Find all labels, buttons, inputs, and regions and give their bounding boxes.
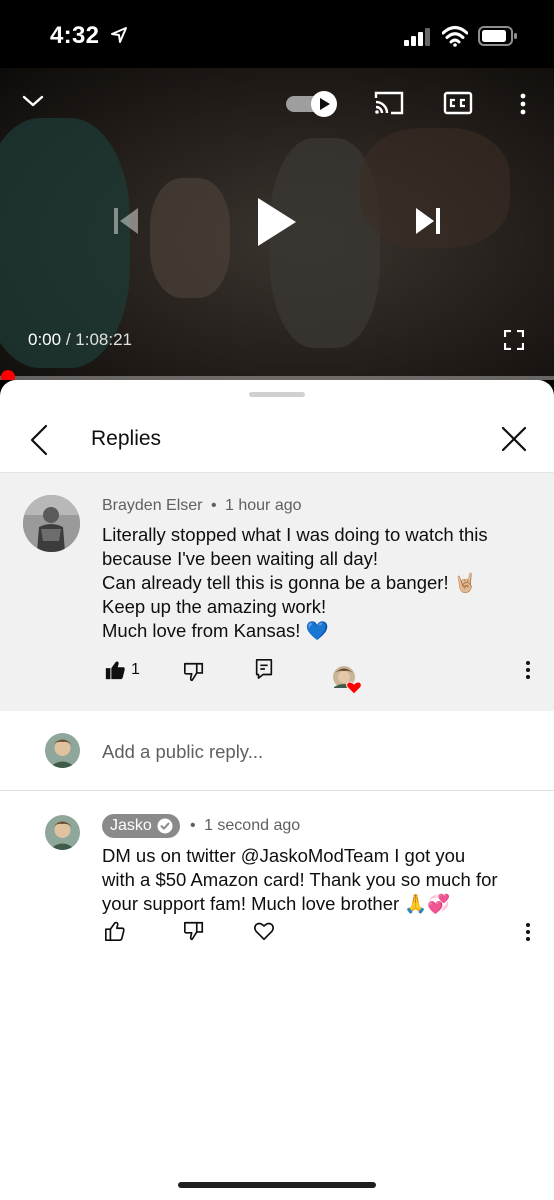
autoplay-toggle[interactable] xyxy=(286,90,340,118)
home-indicator xyxy=(178,1182,376,1188)
comment-meta: Brayden Elser • 1 hour ago xyxy=(102,497,302,515)
status-bar: 4:32 xyxy=(0,0,554,68)
location-arrow-icon xyxy=(111,27,127,43)
reply-meta: • 1 second ago xyxy=(190,817,300,835)
replies-panel: Replies Brayden Elser • 1 hour ago Liter… xyxy=(0,380,554,1200)
comment-author[interactable]: Brayden Elser xyxy=(102,497,203,514)
parent-comment: Brayden Elser • 1 hour ago Literally sto… xyxy=(0,473,554,711)
thumbs-up-icon[interactable] xyxy=(104,920,126,942)
comment-text: Literally stopped what I was doing to wa… xyxy=(102,524,488,641)
comment-time: 1 hour ago xyxy=(225,497,302,514)
meta-dot: • xyxy=(210,497,217,514)
reply-author: Jasko xyxy=(110,817,152,834)
progress-scrubber[interactable] xyxy=(1,370,15,380)
avatar[interactable] xyxy=(23,495,80,552)
more-vert-icon[interactable] xyxy=(524,660,532,680)
time-separator: / xyxy=(61,330,76,349)
reply-text: DM us on twitter @JaskoModTeam I got you… xyxy=(102,845,498,914)
minimize-icon[interactable] xyxy=(22,94,44,108)
thumbs-down-icon[interactable] xyxy=(183,920,205,942)
thumbs-down-icon[interactable] xyxy=(183,661,205,683)
reply-comment: Jasko • 1 second ago DM us on twitter @J… xyxy=(0,791,554,991)
like-count: 1 xyxy=(131,661,140,678)
wifi-icon xyxy=(442,26,468,47)
drag-handle[interactable] xyxy=(249,392,305,397)
status-time: 4:32 xyxy=(50,22,100,49)
reply-icon[interactable] xyxy=(253,658,275,680)
chevron-left-icon[interactable] xyxy=(28,424,50,456)
signal-icon xyxy=(404,28,430,46)
more-icon[interactable] xyxy=(518,92,528,116)
next-icon[interactable] xyxy=(414,206,442,236)
scene-doll xyxy=(150,178,230,298)
author-chip[interactable]: Jasko xyxy=(102,814,180,838)
reply-input-row xyxy=(0,711,554,791)
duration: 1:08:21 xyxy=(75,330,132,349)
close-icon[interactable] xyxy=(500,425,528,453)
reply-input[interactable] xyxy=(102,739,522,765)
cast-icon[interactable] xyxy=(373,90,405,116)
thumbs-up-filled-icon[interactable] xyxy=(104,659,126,681)
battery-icon xyxy=(478,26,517,46)
current-time: 0:00 xyxy=(28,330,62,349)
avatar[interactable] xyxy=(45,815,80,850)
previous-icon[interactable] xyxy=(112,206,140,236)
more-vert-icon[interactable] xyxy=(524,922,532,942)
heart-icon[interactable] xyxy=(253,920,275,942)
video-player[interactable]: 0:00 / 1:08:21 xyxy=(0,68,554,380)
meta-dot: • xyxy=(190,817,196,834)
reply-time: 1 second ago xyxy=(204,817,301,834)
panel-title: Replies xyxy=(91,427,162,450)
play-icon[interactable] xyxy=(256,196,298,248)
user-avatar xyxy=(45,733,80,768)
fullscreen-icon[interactable] xyxy=(504,330,524,350)
creator-heart-icon xyxy=(333,666,362,695)
video-time: 0:00 / 1:08:21 xyxy=(28,330,132,350)
cc-icon[interactable] xyxy=(443,90,473,116)
verified-icon xyxy=(157,818,173,834)
